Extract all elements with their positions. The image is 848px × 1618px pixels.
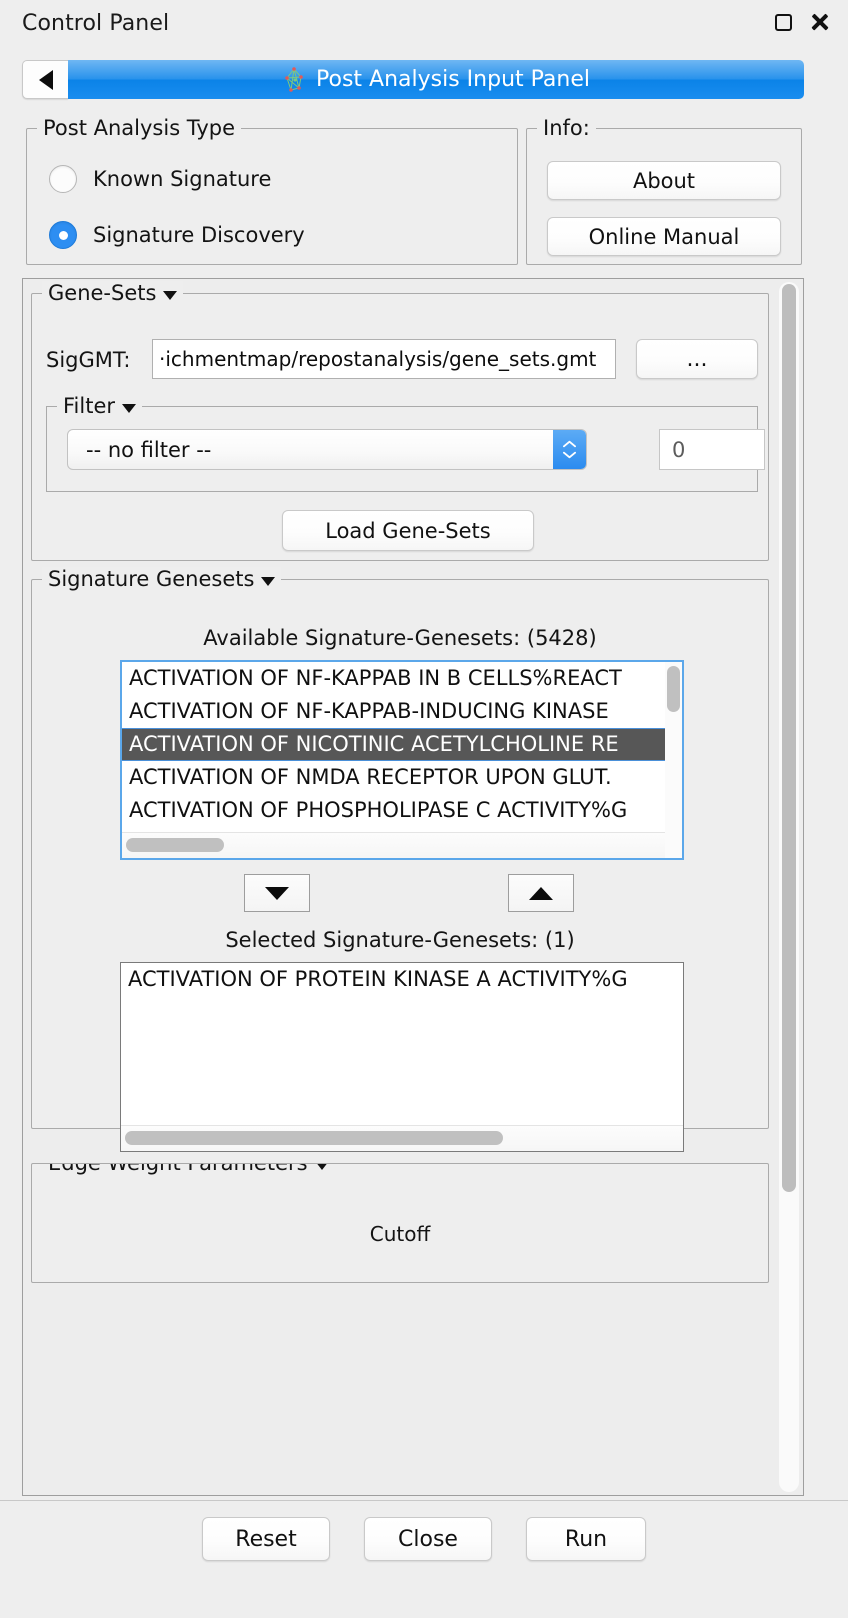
panel-title: Post Analysis Input Panel bbox=[316, 67, 590, 92]
panel-vertical-scrollbar[interactable] bbox=[779, 282, 799, 1492]
list-item[interactable]: ACTIVATION OF PHOSPHOLIPASE C ACTIVITY%G bbox=[122, 794, 682, 827]
scrollbar-thumb[interactable] bbox=[782, 284, 796, 1192]
move-down-button[interactable] bbox=[244, 874, 310, 912]
gene-sets-legend[interactable]: Gene-Sets bbox=[42, 281, 183, 305]
signature-genesets-legend[interactable]: Signature Genesets bbox=[42, 567, 281, 591]
list-item-selected[interactable]: ACTIVATION OF NICOTINIC ACETYLCHOLINE RE bbox=[122, 728, 682, 761]
maximize-icon[interactable] bbox=[775, 14, 792, 31]
online-manual-button[interactable]: Online Manual bbox=[547, 217, 781, 256]
window-buttons bbox=[775, 12, 830, 32]
siggmt-input[interactable]: ·ichmentmap/repostanalysis/gene_sets.gmt bbox=[152, 339, 616, 379]
footer-button-row: Reset Close Run bbox=[0, 1517, 848, 1561]
window-title-bar: Control Panel bbox=[0, 0, 848, 52]
radio-known-signature[interactable]: Known Signature bbox=[49, 165, 271, 193]
radio-icon-known-signature[interactable] bbox=[49, 165, 77, 193]
run-button[interactable]: Run bbox=[526, 1517, 646, 1561]
available-list-horizontal-scrollbar[interactable] bbox=[122, 832, 665, 858]
control-panel-window: Control Panel Post Analysis In bbox=[0, 0, 848, 1618]
selected-genesets-list[interactable]: ACTIVATION OF PROTEIN KINASE A ACTIVITY%… bbox=[120, 962, 684, 1152]
available-genesets-label: Available Signature-Genesets: (5428) bbox=[32, 626, 768, 650]
load-gene-sets-button[interactable]: Load Gene-Sets bbox=[282, 510, 534, 551]
chevron-down-icon[interactable] bbox=[163, 291, 177, 300]
filter-selected-value: -- no filter -- bbox=[86, 438, 211, 462]
triangle-down-icon bbox=[265, 887, 289, 900]
available-list-vertical-scrollbar[interactable] bbox=[665, 662, 682, 858]
selected-genesets-label: Selected Signature-Genesets: (1) bbox=[32, 928, 768, 952]
selected-list-horizontal-scrollbar[interactable] bbox=[121, 1125, 683, 1151]
panel-title-bar: Post Analysis Input Panel bbox=[68, 60, 804, 99]
edge-weight-legend[interactable]: Edge Weight Parameters bbox=[42, 1163, 335, 1175]
scroll-content: Gene-Sets SigGMT: ·ichmentmap/repostanal… bbox=[23, 279, 777, 1495]
triangle-up-icon bbox=[529, 887, 553, 900]
network-graph-icon bbox=[282, 66, 306, 94]
filter-select[interactable]: -- no filter -- bbox=[67, 429, 587, 470]
list-item[interactable]: ACTIVATION OF NF-KAPPAB-INDUCING KINASE bbox=[122, 695, 682, 728]
available-genesets-list[interactable]: ACTIVATION OF NF-KAPPAB IN B CELLS%REACT… bbox=[120, 660, 684, 860]
radio-label-signature-discovery: Signature Discovery bbox=[93, 223, 305, 247]
move-up-button[interactable] bbox=[508, 874, 574, 912]
chevron-up-icon bbox=[563, 440, 576, 448]
back-button[interactable] bbox=[22, 60, 68, 99]
back-arrow-icon bbox=[39, 70, 53, 90]
edge-cutoff-label: Cutoff bbox=[32, 1222, 768, 1246]
close-button[interactable]: Close bbox=[364, 1517, 492, 1561]
list-item[interactable]: ACTIVATION OF PROTEIN KINASE A ACTIVITY%… bbox=[121, 963, 683, 996]
info-group: Info: About Online Manual bbox=[526, 128, 802, 265]
list-item[interactable]: ACTIVATION OF NMDA RECEPTOR UPON GLUT. bbox=[122, 761, 682, 794]
available-list-rows: ACTIVATION OF NF-KAPPAB IN B CELLS%REACT… bbox=[122, 662, 682, 860]
scrollbar-thumb[interactable] bbox=[126, 838, 224, 852]
chevron-down-icon[interactable] bbox=[315, 1163, 329, 1170]
chevron-down-icon[interactable] bbox=[261, 577, 275, 586]
window-title: Control Panel bbox=[22, 11, 169, 36]
siggmt-label: SigGMT: bbox=[46, 348, 130, 372]
gene-sets-group: Gene-Sets SigGMT: ·ichmentmap/repostanal… bbox=[31, 293, 769, 561]
main-scroll-panel: Gene-Sets SigGMT: ·ichmentmap/repostanal… bbox=[22, 278, 804, 1496]
radio-label-known-signature: Known Signature bbox=[93, 167, 271, 191]
about-button[interactable]: About bbox=[547, 161, 781, 200]
radio-icon-signature-discovery[interactable] bbox=[49, 221, 77, 249]
filter-legend[interactable]: Filter bbox=[57, 394, 142, 418]
filter-spinner-icon[interactable] bbox=[553, 430, 586, 469]
post-analysis-type-group: Post Analysis Type Known Signature Signa… bbox=[26, 128, 518, 265]
radio-signature-discovery[interactable]: Signature Discovery bbox=[49, 221, 305, 249]
close-icon[interactable] bbox=[810, 12, 830, 32]
panel-header: Post Analysis Input Panel bbox=[22, 60, 804, 99]
chevron-down-icon[interactable] bbox=[122, 404, 136, 413]
filter-count-input[interactable]: 0 bbox=[659, 429, 765, 470]
chevron-down-icon bbox=[563, 451, 576, 459]
browse-button[interactable]: ... bbox=[636, 339, 758, 379]
reset-button[interactable]: Reset bbox=[202, 1517, 330, 1561]
info-legend: Info: bbox=[537, 116, 596, 140]
post-analysis-type-legend: Post Analysis Type bbox=[37, 116, 241, 140]
selected-list-rows: ACTIVATION OF PROTEIN KINASE A ACTIVITY%… bbox=[121, 963, 683, 996]
scrollbar-thumb[interactable] bbox=[125, 1131, 503, 1145]
list-item[interactable]: ACTIVATION OF NF-KAPPAB IN B CELLS%REACT bbox=[122, 662, 682, 695]
filter-group: Filter -- no filter -- bbox=[46, 406, 758, 492]
footer-bar: Reset Close Run bbox=[0, 1500, 848, 1618]
edge-weight-parameters-group: Edge Weight Parameters Cutoff bbox=[31, 1163, 769, 1283]
scrollbar-thumb[interactable] bbox=[667, 666, 680, 712]
signature-genesets-group: Signature Genesets Available Signature-G… bbox=[31, 579, 769, 1129]
